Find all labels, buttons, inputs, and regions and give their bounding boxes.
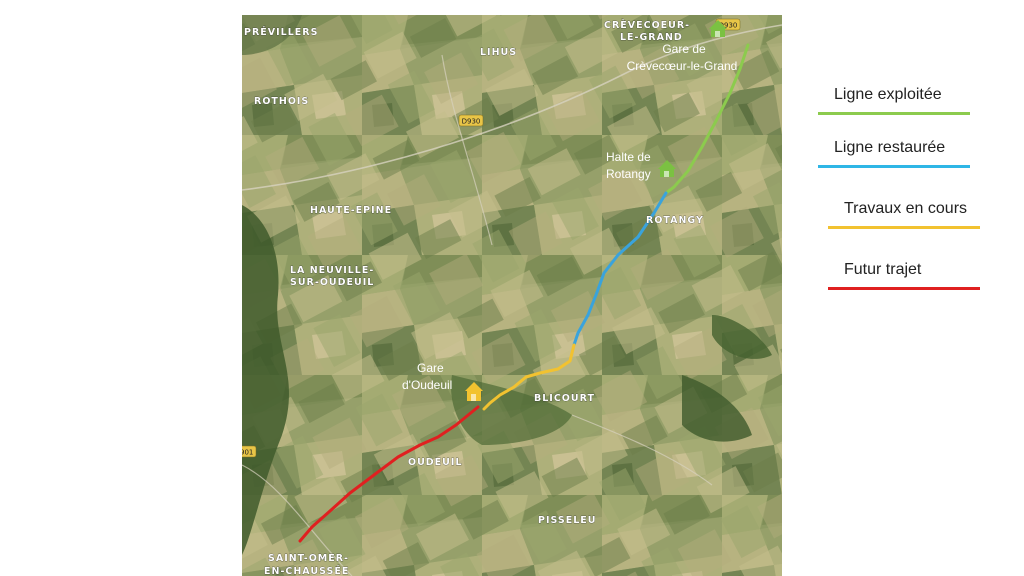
- station-label-line2: d'Oudeuil: [402, 378, 452, 392]
- place-label-neuville-line1: LA NEUVILLE-: [290, 265, 374, 276]
- legend-label: Ligne exploitée: [834, 86, 942, 103]
- station-label-line2: Crèvecœur-le-Grand: [627, 59, 738, 73]
- legend-item-futur-trajet: Futur trajet: [828, 261, 998, 305]
- legend-item-ligne-restauree: Ligne restaurée: [818, 139, 988, 183]
- legend-line: [828, 226, 980, 229]
- place-label-saint-omer-line1: SAINT-OMER-: [268, 553, 349, 564]
- place-label-lihus: LIHUS: [480, 47, 517, 58]
- legend-line: [818, 165, 970, 168]
- road-shield-d930-center: D930: [458, 114, 484, 127]
- legend-line: [828, 287, 980, 290]
- map-canvas: PRÉVILLERS LIHUS CRÈVECOEUR- LE-GRAND RO…: [242, 15, 782, 576]
- legend-label: Futur trajet: [844, 261, 922, 278]
- legend-item-ligne-exploitee: Ligne exploitée: [818, 86, 988, 130]
- place-label-previllers: PRÉVILLERS: [244, 26, 318, 38]
- svg-text:D901: D901: [242, 449, 253, 457]
- road-shield-d901: D901: [242, 445, 257, 458]
- svg-text:D930: D930: [462, 118, 481, 126]
- place-label-neuville-line2: SUR-OUDEUIL: [290, 277, 374, 288]
- legend-line: [818, 112, 970, 115]
- station-label-line2: Rotangy: [606, 167, 651, 181]
- station-label-line1: Gare de: [662, 42, 706, 56]
- place-label-haute-epine: HAUTE-EPINE: [310, 205, 392, 216]
- station-label-line1: Gare: [417, 361, 444, 375]
- place-label-oudeuil: OUDEUIL: [408, 457, 462, 468]
- legend-item-travaux-en-cours: Travaux en cours: [828, 200, 998, 244]
- place-label-crevecoeur-line1: CRÈVECOEUR-: [604, 19, 690, 31]
- legend-label: Ligne restaurée: [834, 139, 946, 156]
- place-label-pisseleu: PISSELEU: [538, 515, 597, 526]
- place-label-blicourt: BLICOURT: [534, 393, 595, 404]
- place-label-saint-omer-line2: EN-CHAUSSÉE: [264, 565, 349, 576]
- place-label-rothois: ROTHOIS: [254, 96, 309, 107]
- satellite-map[interactable]: PRÉVILLERS LIHUS CRÈVECOEUR- LE-GRAND RO…: [242, 15, 782, 576]
- place-label-rotangy: ROTANGY: [646, 215, 704, 226]
- legend-label: Travaux en cours: [844, 200, 968, 217]
- station-label-line1: Halte de: [606, 150, 651, 164]
